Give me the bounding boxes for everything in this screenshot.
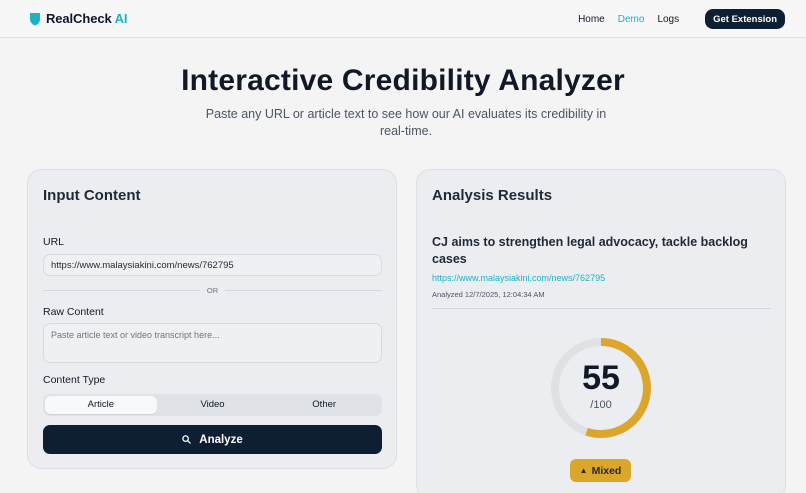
shield-icon — [30, 12, 40, 25]
content-type-other[interactable]: Other — [268, 396, 380, 414]
nav-links: Home Demo Logs Get Extension — [578, 9, 785, 29]
or-label: OR — [206, 285, 219, 295]
brand-logo[interactable]: RealCheck AI — [29, 11, 128, 26]
nav-link-logs[interactable]: Logs — [657, 14, 679, 25]
verdict-label: Mixed — [591, 464, 622, 477]
results-divider — [432, 308, 771, 309]
page-title: Interactive Credibility Analyzer — [181, 64, 625, 97]
content-type-video[interactable]: Video — [157, 396, 269, 414]
analyzed-timestamp: Analyzed 12/7/2025, 12:04:34 AM — [432, 290, 545, 299]
or-divider: OR — [43, 284, 382, 296]
divider-line — [225, 289, 382, 291]
raw-content-label: Raw Content — [43, 306, 104, 318]
article-title: CJ aims to strengthen legal advocacy, ta… — [432, 235, 748, 266]
analyze-label: Analyze — [199, 433, 243, 446]
top-navbar: RealCheck AI Home Demo Logs Get Extensio… — [0, 0, 806, 38]
search-icon — [182, 435, 191, 444]
url-label: URL — [43, 236, 65, 248]
nav-link-demo[interactable]: Demo — [618, 14, 645, 25]
input-content-card: Input Content URL OR Raw Content Content… — [27, 169, 397, 469]
credibility-score: 55 — [582, 359, 620, 397]
results-card-title: Analysis Results — [432, 187, 553, 204]
analyze-button[interactable]: Analyze — [43, 425, 382, 454]
warning-triangle-icon: ▲ — [579, 466, 588, 475]
verdict-badge: ▲ Mixed — [570, 459, 631, 482]
nav-link-home[interactable]: Home — [578, 14, 605, 25]
page-subtitle: Paste any URL or article text to see how… — [205, 107, 607, 138]
analysis-results-card: Analysis Results CJ aims to strengthen l… — [416, 169, 786, 493]
brand-name: RealCheck AI — [46, 11, 128, 26]
content-type-article[interactable]: Article — [45, 396, 157, 414]
input-card-title: Input Content — [43, 187, 141, 204]
raw-content-textarea[interactable] — [43, 323, 382, 363]
url-input[interactable] — [43, 254, 382, 276]
content-type-selector: Article Video Other — [43, 394, 382, 416]
score-max: /100 — [590, 399, 612, 411]
content-type-label: Content Type — [43, 374, 106, 386]
article-url-link[interactable]: https://www.malaysiakini.com/news/762795 — [432, 273, 605, 283]
get-extension-button[interactable]: Get Extension — [705, 9, 785, 29]
divider-line — [43, 289, 200, 291]
